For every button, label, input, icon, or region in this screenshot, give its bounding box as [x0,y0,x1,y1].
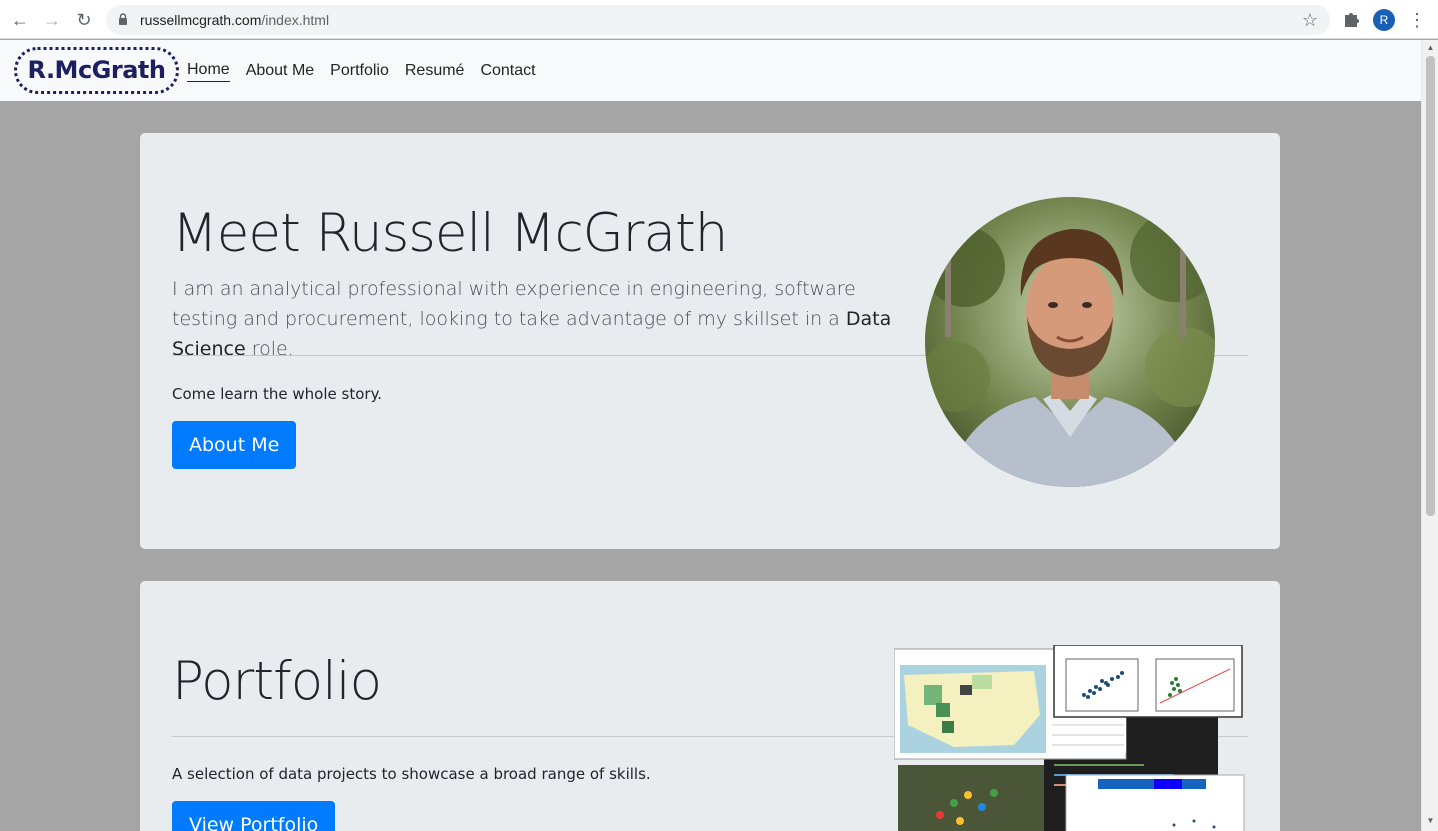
profile-photo [925,197,1215,487]
url-path: /index.html [261,12,330,28]
browser-menu-icon[interactable]: ⋮ [1408,8,1426,32]
about-me-button[interactable]: About Me [172,421,297,469]
scroll-down-arrow-icon[interactable]: ▼ [1426,816,1435,826]
hero-lead: I am an analytical professional with exp… [172,274,892,364]
intro-jumbotron: Meet Russell McGrath I am an analytical … [140,133,1280,549]
browser-toolbar: ← → ↻ russellmcgrath.com/index.html ☆ R … [0,0,1438,39]
view-portfolio-button[interactable]: View Portfolio [172,801,336,831]
scrollbar-thumb[interactable] [1426,56,1435,516]
portfolio-jumbotron: Portfolio A selection of data projects t… [140,581,1280,831]
nav-link-resume[interactable]: Resumé [405,60,465,82]
hero-subtext: Come learn the whole story. [172,385,383,403]
lock-icon [119,13,127,25]
bookmark-star-icon[interactable]: ☆ [1300,10,1320,30]
nav-link-contact[interactable]: Contact [480,60,535,82]
forward-arrow-icon[interactable]: → [40,8,64,32]
reload-icon[interactable]: ↻ [72,8,96,32]
portfolio-title: Portfolio [172,651,382,712]
back-arrow-icon[interactable]: ← [8,8,32,32]
portfolio-subtext: A selection of data projects to showcase… [172,765,651,783]
url-host: russellmcgrath.com [140,12,262,28]
nav-link-about-me[interactable]: About Me [246,60,314,82]
extensions-puzzle-icon[interactable] [1342,9,1362,29]
brand-logo[interactable]: R.McGrath [14,47,179,94]
page-scrollbar[interactable]: ▲ ▼ [1421,40,1438,831]
site-navbar: R.McGrath Home About Me Portfolio Resumé… [0,40,1421,101]
portfolio-collage-image [894,645,1245,831]
hero-lead-end: role. [245,338,294,360]
nav-links: Home About Me Portfolio Resumé Contact [187,40,552,101]
address-bar[interactable]: russellmcgrath.com/index.html ☆ [106,5,1330,35]
nav-link-home[interactable]: Home [187,59,230,82]
hero-title: Meet Russell McGrath [172,203,728,264]
nav-link-portfolio[interactable]: Portfolio [330,60,389,82]
url-text[interactable]: russellmcgrath.com/index.html [140,5,329,35]
scroll-up-arrow-icon[interactable]: ▲ [1426,43,1435,53]
hero-lead-text: I am an analytical professional with exp… [172,278,856,330]
profile-avatar[interactable]: R [1373,9,1395,31]
